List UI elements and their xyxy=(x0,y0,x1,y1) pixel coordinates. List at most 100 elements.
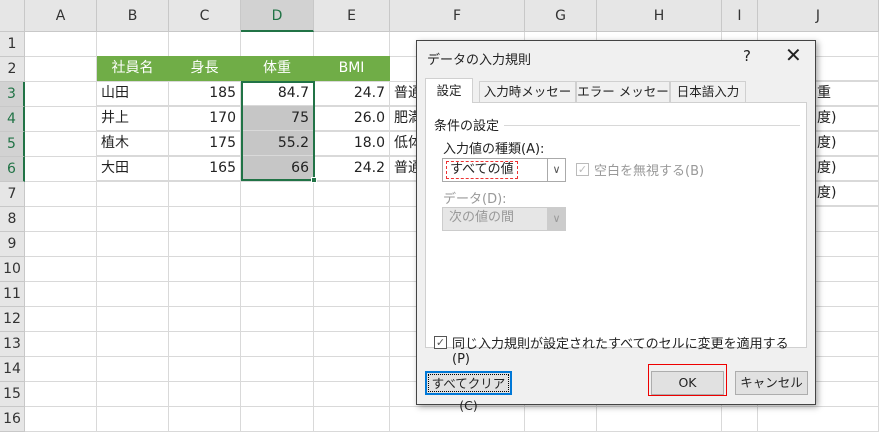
cell[interactable] xyxy=(97,357,169,382)
cell-j6[interactable]: 度) xyxy=(813,156,879,181)
cell[interactable] xyxy=(25,132,97,157)
row-header[interactable]: 2 xyxy=(0,57,25,82)
cell-height[interactable]: 185 xyxy=(169,81,241,106)
cancel-button[interactable]: キャンセル xyxy=(735,371,808,395)
cell[interactable] xyxy=(241,257,314,282)
cell[interactable] xyxy=(169,232,241,257)
cell[interactable] xyxy=(314,407,390,432)
cell[interactable] xyxy=(241,282,314,307)
cell[interactable] xyxy=(169,32,241,57)
col-header-d[interactable]: D xyxy=(241,0,314,32)
cell[interactable] xyxy=(97,282,169,307)
row-header[interactable]: 15 xyxy=(0,382,25,407)
cell[interactable] xyxy=(25,282,97,307)
cell[interactable] xyxy=(25,307,97,332)
cell[interactable] xyxy=(390,407,525,432)
cell[interactable] xyxy=(169,282,241,307)
cell[interactable] xyxy=(722,407,758,432)
cell-name[interactable]: 井上 xyxy=(97,106,169,131)
cell[interactable] xyxy=(169,307,241,332)
cell[interactable] xyxy=(314,232,390,257)
cell[interactable] xyxy=(97,182,169,207)
clear-all-button[interactable]: すべてクリア(C) xyxy=(425,371,512,413)
cell-name[interactable]: 植木 xyxy=(97,131,169,156)
cell[interactable] xyxy=(314,207,390,232)
tab-error-message[interactable]: エラー メッセージ xyxy=(576,81,670,118)
cell[interactable] xyxy=(314,382,390,407)
cell[interactable] xyxy=(25,232,97,257)
data-select[interactable]: 次の値の間 ∨ xyxy=(442,207,566,231)
cell[interactable] xyxy=(597,407,722,432)
header-weight[interactable]: 体重 xyxy=(241,56,314,81)
cell[interactable] xyxy=(241,382,314,407)
cell[interactable] xyxy=(97,382,169,407)
cell[interactable] xyxy=(25,207,97,232)
cell[interactable] xyxy=(25,57,97,82)
row-header[interactable]: 9 xyxy=(0,232,25,257)
cell-j5[interactable]: 度) xyxy=(813,131,879,156)
cell-j3[interactable]: 重 xyxy=(813,81,879,106)
cell[interactable] xyxy=(525,407,597,432)
tab-ime[interactable]: 日本語入力 xyxy=(670,81,746,102)
cell[interactable] xyxy=(314,182,390,207)
cell[interactable] xyxy=(169,382,241,407)
cell[interactable] xyxy=(25,182,97,207)
tab-input-message[interactable]: 入力時メッセージ xyxy=(479,81,576,118)
header-bmi[interactable]: BMI xyxy=(314,56,390,81)
apply-all-checkbox[interactable]: ✓ xyxy=(434,336,447,349)
fill-handle[interactable] xyxy=(311,177,317,183)
cell[interactable] xyxy=(97,332,169,357)
row-header[interactable]: 1 xyxy=(0,32,25,57)
cell[interactable] xyxy=(169,257,241,282)
cell[interactable] xyxy=(169,357,241,382)
cell[interactable] xyxy=(241,407,314,432)
cell[interactable] xyxy=(97,407,169,432)
row-header[interactable]: 10 xyxy=(0,257,25,282)
cell[interactable] xyxy=(241,332,314,357)
cell[interactable] xyxy=(25,382,97,407)
row-header[interactable]: 12 xyxy=(0,307,25,332)
row-header[interactable]: 13 xyxy=(0,332,25,357)
cell[interactable] xyxy=(241,357,314,382)
cell[interactable] xyxy=(169,332,241,357)
ignore-blank-checkbox[interactable]: ✓ xyxy=(576,163,589,176)
cell[interactable] xyxy=(314,257,390,282)
cell[interactable] xyxy=(241,182,314,207)
type-select[interactable]: すべての値 ∨ xyxy=(442,158,566,182)
cell[interactable] xyxy=(314,357,390,382)
cell[interactable] xyxy=(25,332,97,357)
col-header-c[interactable]: C xyxy=(169,0,241,32)
col-header-a[interactable]: A xyxy=(25,0,97,32)
cell[interactable] xyxy=(25,107,97,132)
cell-height[interactable]: 170 xyxy=(169,106,241,131)
col-header-j[interactable]: J xyxy=(758,0,879,32)
close-icon[interactable]: ✕ xyxy=(785,43,802,67)
cell[interactable] xyxy=(314,332,390,357)
cell[interactable] xyxy=(758,407,879,432)
cell[interactable] xyxy=(241,232,314,257)
col-header-g[interactable]: G xyxy=(525,0,597,32)
select-all-corner[interactable] xyxy=(0,0,25,32)
cell-j4[interactable]: 度) xyxy=(813,106,879,131)
cell-bmi[interactable]: 26.0 xyxy=(314,106,390,131)
cell[interactable] xyxy=(97,32,169,57)
cell[interactable] xyxy=(169,207,241,232)
cell[interactable] xyxy=(241,307,314,332)
col-header-b[interactable]: B xyxy=(97,0,169,32)
help-button[interactable]: ? xyxy=(743,47,751,65)
cell[interactable] xyxy=(97,232,169,257)
chevron-down-icon[interactable]: ∨ xyxy=(547,159,565,181)
cell[interactable] xyxy=(25,157,97,182)
row-header[interactable]: 11 xyxy=(0,282,25,307)
cell[interactable] xyxy=(25,257,97,282)
row-header[interactable]: 6 xyxy=(0,157,25,182)
cell-bmi[interactable]: 24.7 xyxy=(314,81,390,106)
cell-name[interactable]: 大田 xyxy=(97,156,169,181)
cell[interactable] xyxy=(241,207,314,232)
row-header[interactable]: 16 xyxy=(0,407,25,432)
col-header-e[interactable]: E xyxy=(314,0,390,32)
row-header[interactable]: 14 xyxy=(0,357,25,382)
tab-settings[interactable]: 設定 xyxy=(425,78,473,103)
cell[interactable] xyxy=(97,207,169,232)
cell[interactable] xyxy=(25,407,97,432)
